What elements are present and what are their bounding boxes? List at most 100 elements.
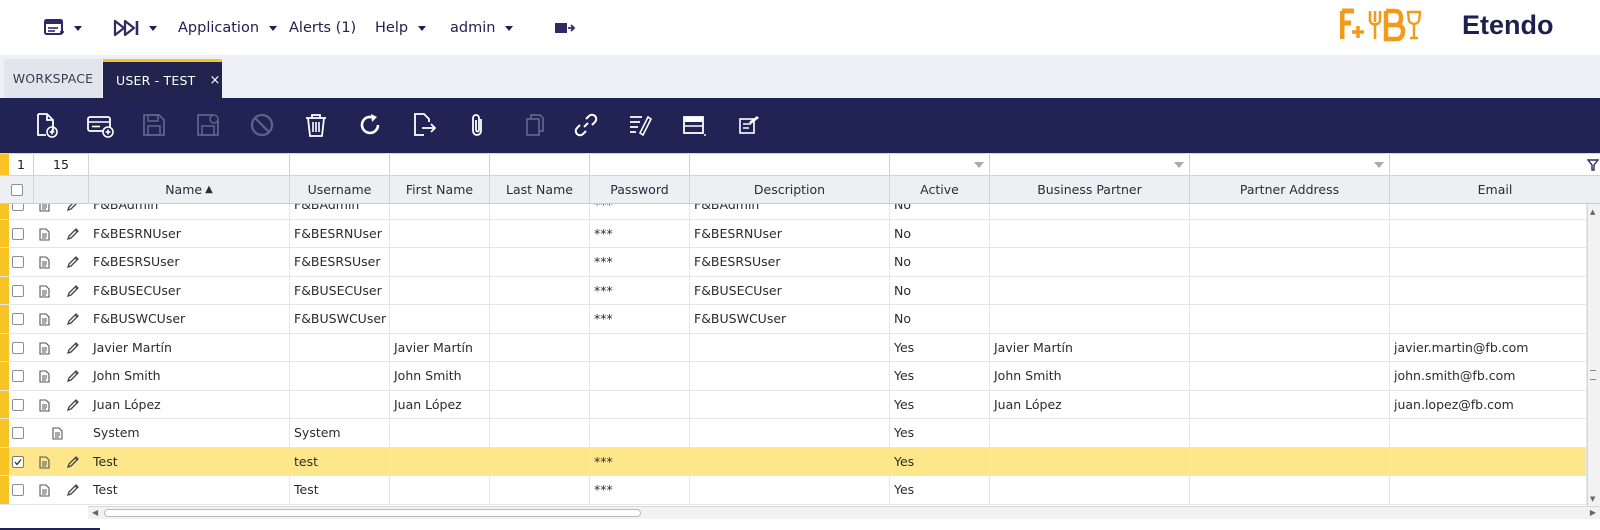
grid-view-button[interactable]: [679, 110, 709, 140]
logout-button[interactable]: [554, 17, 576, 39]
row-checkbox[interactable]: [12, 313, 24, 325]
open-form-icon[interactable]: [39, 284, 50, 301]
scroll-up-icon[interactable]: ▲: [1590, 208, 1595, 216]
filter-password[interactable]: [590, 154, 690, 175]
header-business-partner[interactable]: Business Partner: [990, 176, 1190, 203]
table-row[interactable]: F&BUSWCUser F&BUSWCUser *** F&BUSWCUser No: [0, 305, 1587, 334]
open-form-icon[interactable]: [39, 256, 50, 272]
row-checkbox[interactable]: [12, 427, 24, 439]
horizontal-scrollbar[interactable]: ◀ ▶: [88, 506, 1600, 519]
edit-row-icon[interactable]: [66, 369, 80, 386]
table-row[interactable]: F&BESRSUser F&BESRSUser *** F&BESRSUser No: [0, 248, 1587, 277]
row-checkbox[interactable]: [12, 484, 24, 496]
row-checkbox[interactable]: [12, 227, 24, 240]
open-form-icon[interactable]: [39, 398, 50, 415]
edit-row-icon[interactable]: [66, 255, 80, 272]
filter-last-name[interactable]: [490, 154, 590, 175]
open-form-icon[interactable]: [39, 455, 50, 472]
undo-button[interactable]: [247, 110, 277, 140]
refresh-button[interactable]: [355, 110, 385, 140]
alerts-link[interactable]: Alerts (1): [289, 17, 356, 39]
header-partner-address[interactable]: Partner Address: [1190, 176, 1390, 203]
edit-row-icon[interactable]: [66, 455, 80, 472]
header-description[interactable]: Description: [690, 176, 890, 203]
save-button[interactable]: [139, 110, 169, 140]
vertical-scrollbar[interactable]: ▲ ▼: [1587, 204, 1600, 506]
row-checkbox[interactable]: [12, 256, 24, 268]
table-row[interactable]: Test test *** Yes: [0, 447, 1587, 476]
cell-description: F&BUSWCUser: [690, 305, 890, 333]
export-button[interactable]: [409, 110, 439, 140]
user-menu[interactable]: admin: [450, 17, 514, 39]
filter-icon[interactable]: [1587, 159, 1599, 171]
scroll-down-icon[interactable]: ▼: [1590, 495, 1595, 503]
tab-workspace[interactable]: WORKSPACE: [4, 59, 102, 98]
filter-partner-address[interactable]: [1190, 154, 1390, 175]
save-close-button[interactable]: [193, 110, 223, 140]
edit-row-icon[interactable]: [66, 398, 80, 415]
open-form-icon[interactable]: [39, 204, 50, 215]
help-menu[interactable]: Help: [375, 17, 427, 39]
scroll-right-icon[interactable]: ▶: [1590, 508, 1596, 517]
filter-description[interactable]: [690, 154, 890, 175]
open-form-icon[interactable]: [52, 427, 63, 443]
open-form-icon[interactable]: [39, 370, 50, 386]
edit-row-icon[interactable]: [66, 312, 80, 329]
header-first-name[interactable]: First Name: [390, 176, 490, 203]
notes-button[interactable]: [733, 110, 763, 140]
filter-email[interactable]: [1390, 154, 1586, 175]
header-username[interactable]: Username: [290, 176, 390, 203]
header-name[interactable]: Name ▲: [89, 176, 290, 203]
delete-button[interactable]: [301, 110, 331, 140]
open-form-icon[interactable]: [39, 484, 50, 500]
filter-business-partner[interactable]: [990, 154, 1190, 175]
row-checkbox[interactable]: [12, 204, 24, 211]
row-checkbox[interactable]: [12, 398, 24, 411]
audit-button[interactable]: [625, 110, 655, 140]
filter-first-name[interactable]: [390, 154, 490, 175]
table-row[interactable]: John Smith John Smith Yes John Smith john.sm…: [0, 362, 1587, 391]
close-icon[interactable]: ×: [209, 73, 220, 88]
cell-first-name: [390, 219, 490, 247]
edit-row-icon[interactable]: [66, 204, 80, 215]
new-document-button[interactable]: [31, 110, 61, 140]
header-password[interactable]: Password: [590, 176, 690, 203]
clone-button[interactable]: [517, 110, 547, 140]
filter-username[interactable]: [290, 154, 390, 175]
edit-row-icon[interactable]: [66, 284, 80, 301]
table-row[interactable]: F&BUSECUser F&BUSECUser *** F&BUSECUser No: [0, 276, 1587, 305]
filter-active[interactable]: [890, 154, 990, 175]
header-last-name[interactable]: Last Name: [490, 176, 590, 203]
quick-launch-menu[interactable]: [44, 17, 82, 39]
edit-row-icon[interactable]: [66, 227, 80, 244]
open-form-icon[interactable]: [39, 341, 50, 358]
link-button[interactable]: [571, 110, 601, 140]
table-row[interactable]: Javier Martín Javier Martín Yes Javier Mart…: [0, 333, 1587, 362]
row-checkbox[interactable]: [12, 341, 24, 354]
table-row[interactable]: F&BAdmin F&BAdmin *** F&BAdmin No: [0, 204, 1587, 220]
row-checkbox[interactable]: [12, 370, 24, 382]
select-all-checkbox[interactable]: [10, 183, 23, 196]
open-form-icon[interactable]: [39, 313, 50, 329]
edit-row-icon[interactable]: [66, 341, 80, 358]
table-row[interactable]: Juan López Juan López Yes Juan López juan.lo…: [0, 390, 1587, 419]
horizontal-scroll-thumb[interactable]: [104, 509, 641, 517]
quick-run-menu[interactable]: [113, 17, 157, 39]
application-menu[interactable]: Application: [178, 17, 278, 39]
cell-business-partner: [990, 419, 1190, 447]
header-active[interactable]: Active: [890, 176, 990, 203]
row-checkbox[interactable]: [12, 455, 24, 468]
open-form-icon[interactable]: [39, 227, 50, 244]
table-row[interactable]: Test Test *** Yes: [0, 476, 1587, 505]
row-checkbox[interactable]: [12, 284, 24, 297]
edit-row-icon[interactable]: [66, 483, 80, 500]
filter-name[interactable]: [89, 154, 290, 175]
table-row[interactable]: System System Yes: [0, 419, 1587, 448]
tab-user-test[interactable]: USER - TEST ×: [103, 59, 222, 98]
table-row[interactable]: F&BESRNUser F&BESRNUser *** F&BESRNUser No: [0, 219, 1587, 248]
application-menu-label: Application: [178, 20, 260, 36]
new-row-button[interactable]: [85, 110, 115, 140]
scroll-left-icon[interactable]: ◀: [92, 508, 98, 517]
attachment-button[interactable]: [463, 110, 493, 140]
header-email[interactable]: Email: [1390, 176, 1600, 203]
